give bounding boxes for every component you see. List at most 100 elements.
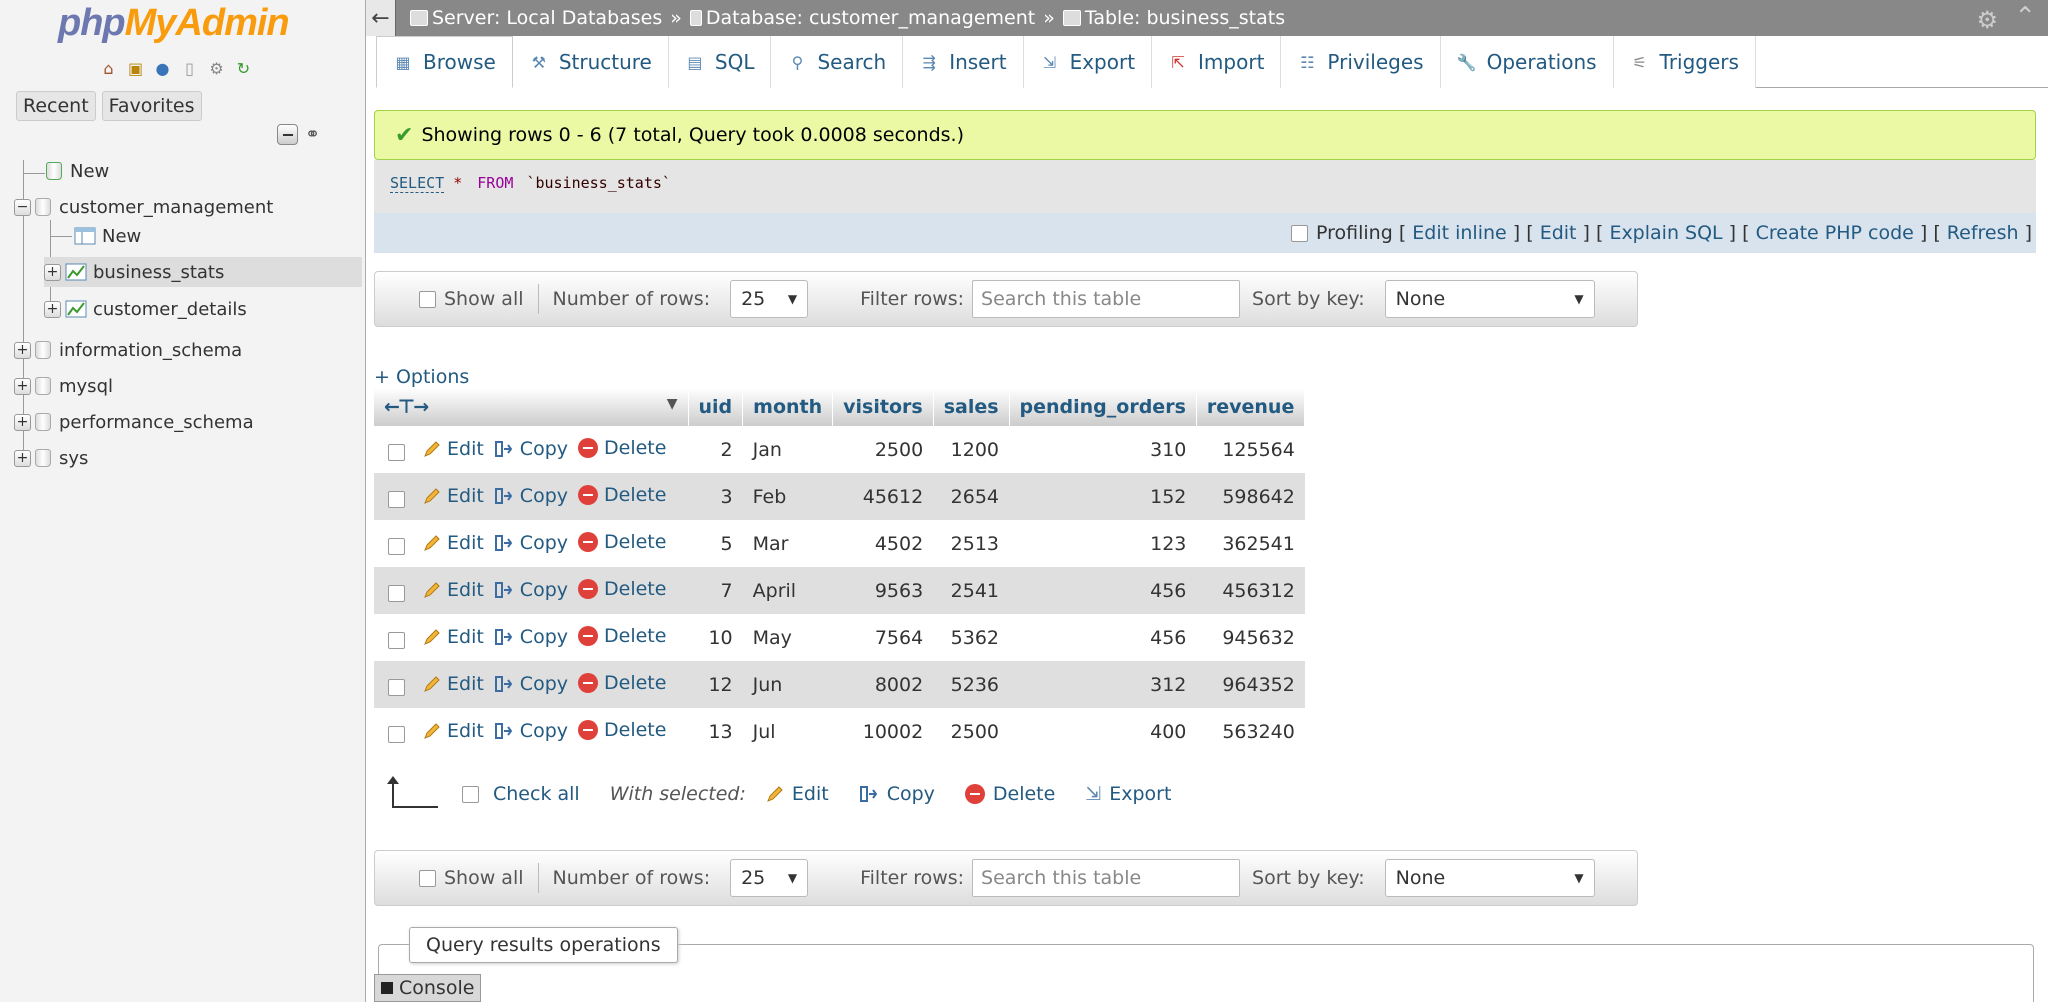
- cell-pending-orders[interactable]: 312: [1009, 661, 1197, 708]
- expand-icon[interactable]: +: [14, 341, 31, 359]
- check-all-label[interactable]: Check all: [493, 783, 580, 805]
- edit-inline-link[interactable]: Edit inline: [1412, 222, 1506, 244]
- row-copy-button[interactable]: Copy: [494, 626, 568, 648]
- collapse-header-icon[interactable]: ⌃: [2014, 2, 2036, 32]
- row-copy-button[interactable]: Copy: [494, 579, 568, 601]
- column-header[interactable]: revenue: [1196, 388, 1306, 426]
- bulk-delete-button[interactable]: Delete: [964, 783, 1055, 805]
- row-delete-button[interactable]: Delete: [578, 625, 666, 647]
- cell-uid[interactable]: 2: [688, 426, 743, 473]
- row-checkbox[interactable]: [388, 443, 405, 461]
- explain-sql-link[interactable]: Explain SQL: [1609, 222, 1722, 244]
- sql-keyword[interactable]: SELECT: [390, 174, 445, 193]
- cell-revenue[interactable]: 598642: [1196, 473, 1305, 520]
- tab-browse[interactable]: ▦ Browse: [376, 36, 513, 88]
- expand-icon[interactable]: +: [14, 413, 31, 431]
- expand-icon[interactable]: +: [14, 377, 31, 395]
- row-delete-button[interactable]: Delete: [578, 437, 666, 459]
- refresh-link[interactable]: Refresh: [1947, 222, 2019, 244]
- cell-visitors[interactable]: 4502: [832, 520, 934, 567]
- row-delete-button[interactable]: Delete: [578, 578, 666, 600]
- cell-visitors[interactable]: 10002: [832, 708, 934, 755]
- tree-new-table[interactable]: New: [74, 221, 141, 251]
- row-delete-button[interactable]: Delete: [578, 719, 666, 741]
- column-header[interactable]: sales: [933, 388, 1010, 426]
- tab-export[interactable]: ⇲ Export: [1023, 36, 1153, 88]
- cell-month[interactable]: Jul: [742, 708, 833, 755]
- row-edit-button[interactable]: Edit: [423, 673, 484, 695]
- cell-pending-orders[interactable]: 456: [1009, 614, 1197, 661]
- breadcrumb-table[interactable]: Table: business_stats: [1062, 7, 1285, 29]
- cell-sales[interactable]: 2654: [933, 473, 1010, 520]
- row-edit-button[interactable]: Edit: [423, 532, 484, 554]
- bulk-edit-button[interactable]: Edit: [766, 783, 829, 805]
- cell-sales[interactable]: 2500: [933, 708, 1010, 755]
- cell-revenue[interactable]: 362541: [1196, 520, 1305, 567]
- console-toggle[interactable]: Console: [374, 974, 482, 1002]
- cell-sales[interactable]: 5236: [933, 661, 1010, 708]
- tab-search[interactable]: ⚲ Search: [771, 36, 904, 88]
- row-copy-button[interactable]: Copy: [494, 720, 568, 742]
- tab-insert[interactable]: ⇶ Insert: [903, 36, 1024, 88]
- breadcrumb-database[interactable]: Database: customer_management: [689, 7, 1035, 29]
- row-copy-button[interactable]: Copy: [494, 673, 568, 695]
- cell-visitors[interactable]: 2500: [832, 426, 934, 473]
- row-checkbox[interactable]: [388, 584, 405, 602]
- tree-table-customer-details[interactable]: + customer_details: [44, 294, 247, 324]
- collapse-icon[interactable]: −: [14, 198, 31, 216]
- cell-visitors[interactable]: 9563: [832, 567, 934, 614]
- page-settings-icon[interactable]: ⚙: [1976, 6, 1998, 34]
- cell-pending-orders[interactable]: 310: [1009, 426, 1197, 473]
- tree-db-information-schema[interactable]: + information_schema: [14, 335, 242, 365]
- bulk-export-button[interactable]: ⇲ Export: [1085, 783, 1171, 805]
- breadcrumb-server[interactable]: Server: Local Databases: [410, 7, 662, 29]
- cell-visitors[interactable]: 45612: [832, 473, 934, 520]
- cell-revenue[interactable]: 945632: [1196, 614, 1305, 661]
- row-checkbox[interactable]: [388, 537, 405, 555]
- expand-icon[interactable]: +: [44, 263, 61, 281]
- options-toggle[interactable]: + Options: [374, 366, 469, 388]
- cell-month[interactable]: April: [742, 567, 833, 614]
- cell-revenue[interactable]: 125564: [1196, 426, 1305, 473]
- sort-by-key-select[interactable]: None ▼: [1384, 859, 1595, 897]
- cell-month[interactable]: Feb: [742, 473, 833, 520]
- cell-revenue[interactable]: 456312: [1196, 567, 1305, 614]
- tab-import[interactable]: ⇱ Import: [1152, 36, 1282, 88]
- row-checkbox[interactable]: [388, 631, 405, 649]
- cell-month[interactable]: Mar: [742, 520, 833, 567]
- column-header[interactable]: uid: [688, 388, 744, 426]
- cell-uid[interactable]: 13: [688, 708, 743, 755]
- row-edit-button[interactable]: Edit: [423, 720, 484, 742]
- tree-table-business-stats[interactable]: + business_stats: [44, 257, 362, 287]
- cell-month[interactable]: Jan: [742, 426, 833, 473]
- tree-db-customer-management[interactable]: − customer_management: [14, 192, 273, 222]
- row-edit-button[interactable]: Edit: [423, 485, 484, 507]
- cell-pending-orders[interactable]: 152: [1009, 473, 1197, 520]
- cell-uid[interactable]: 3: [688, 473, 743, 520]
- tab-privileges[interactable]: ☷ Privileges: [1281, 36, 1441, 88]
- tab-operations[interactable]: 🔧 Operations: [1440, 36, 1614, 88]
- cell-pending-orders[interactable]: 123: [1009, 520, 1197, 567]
- edit-query-link[interactable]: Edit: [1540, 222, 1577, 244]
- cell-revenue[interactable]: 964352: [1196, 661, 1305, 708]
- tree-db-performance-schema[interactable]: + performance_schema: [14, 407, 254, 437]
- tab-sql[interactable]: ▤ SQL: [668, 36, 772, 88]
- row-delete-button[interactable]: Delete: [578, 672, 666, 694]
- tab-triggers[interactable]: ⚟ Triggers: [1613, 36, 1756, 88]
- row-copy-button[interactable]: Copy: [494, 485, 568, 507]
- row-delete-button[interactable]: Delete: [578, 531, 666, 553]
- cell-month[interactable]: Jun: [742, 661, 833, 708]
- cell-uid[interactable]: 7: [688, 567, 743, 614]
- sort-by-key-select[interactable]: None ▼: [1384, 280, 1595, 318]
- cell-uid[interactable]: 5: [688, 520, 743, 567]
- cell-visitors[interactable]: 8002: [832, 661, 934, 708]
- row-edit-button[interactable]: Edit: [423, 438, 484, 460]
- tree-new-database[interactable]: New: [46, 156, 109, 186]
- filter-rows-input[interactable]: Search this table: [972, 859, 1241, 897]
- row-edit-button[interactable]: Edit: [423, 626, 484, 648]
- number-of-rows-select[interactable]: 25 ▼: [730, 280, 809, 318]
- profiling-checkbox[interactable]: [1291, 224, 1308, 242]
- tree-db-sys[interactable]: + sys: [14, 443, 88, 473]
- row-delete-button[interactable]: Delete: [578, 484, 666, 506]
- number-of-rows-select[interactable]: 25 ▼: [730, 859, 809, 897]
